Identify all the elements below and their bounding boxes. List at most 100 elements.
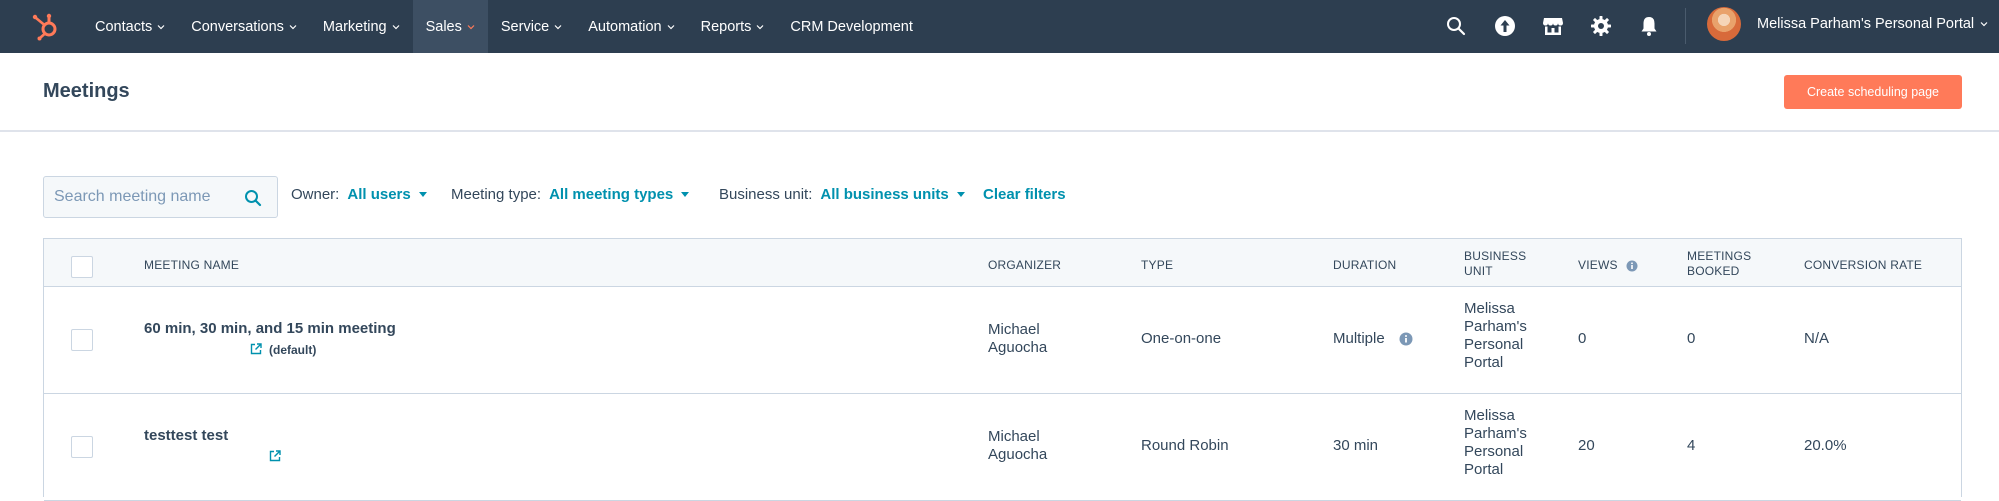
column-header-meetings-booked-line1: Meetings — [1687, 249, 1752, 263]
business-unit-line2: Parham's — [1464, 425, 1527, 442]
row-checkbox[interactable] — [71, 436, 93, 458]
chevron-down-icon — [289, 24, 297, 29]
search-icon[interactable] — [243, 188, 263, 208]
business-unit-line3: Personal — [1464, 443, 1524, 460]
owner-filter-value[interactable]: All users — [347, 186, 410, 203]
chevron-down-icon — [554, 24, 562, 29]
views-cell: 20 — [1578, 437, 1595, 454]
upgrade-icon[interactable] — [1493, 14, 1517, 38]
organizer-line2: Aguocha — [988, 446, 1048, 463]
notifications-icon[interactable] — [1637, 14, 1661, 38]
type-cell: Round Robin — [1141, 437, 1229, 454]
owner-filter[interactable]: Owner: All users — [291, 186, 427, 203]
nav-item-contacts[interactable]: Contacts — [82, 0, 178, 53]
select-all-checkbox[interactable] — [71, 256, 93, 278]
chevron-down-icon — [667, 24, 675, 29]
avatar[interactable] — [1707, 7, 1741, 41]
organizer-cell: Michael Aguocha — [988, 321, 1047, 357]
info-icon[interactable] — [1399, 332, 1413, 346]
business-unit-cell: Melissa Parham's Personal Portal — [1464, 300, 1527, 372]
column-header-business-unit-line1: Business — [1464, 249, 1527, 263]
meeting-type-filter-value[interactable]: All meeting types — [549, 186, 673, 203]
search-field[interactable] — [43, 176, 278, 218]
business-unit-line3: Personal — [1464, 336, 1524, 353]
chevron-down-icon — [157, 24, 165, 29]
row-checkbox[interactable] — [71, 329, 93, 351]
business-unit-filter-label: Business unit: — [719, 186, 813, 203]
hubspot-logo-icon[interactable] — [30, 10, 62, 42]
organizer-line1: Michael — [988, 321, 1040, 338]
chevron-down-icon — [392, 24, 400, 29]
settings-icon[interactable] — [1589, 14, 1613, 38]
meeting-type-filter[interactable]: Meeting type: All meeting types — [451, 186, 690, 203]
column-header-views-label: Views — [1578, 258, 1618, 272]
duration-cell: 30 min — [1333, 437, 1379, 454]
marketplace-icon[interactable] — [1541, 14, 1565, 38]
business-unit-line4: Portal — [1464, 461, 1504, 478]
column-header-type[interactable]: Type — [1141, 258, 1173, 273]
search-input[interactable] — [54, 186, 244, 208]
meetings-booked-cell: 4 — [1687, 437, 1696, 454]
column-header-views[interactable]: Views — [1578, 258, 1638, 273]
table-row[interactable]: 60 min, 30 min, and 15 min meeting (defa… — [44, 287, 1961, 394]
top-navigation-bar: Contacts Conversations Marketing Sales S… — [0, 0, 1999, 53]
external-link-icon[interactable] — [249, 342, 263, 356]
nav-item-marketing[interactable]: Marketing — [310, 0, 413, 53]
business-unit-line1: Melissa — [1464, 407, 1515, 424]
caret-down-icon — [956, 192, 965, 197]
column-header-meetings-booked-line2: booked — [1687, 264, 1740, 278]
meetings-booked-cell: 0 — [1687, 330, 1696, 347]
nav-item-crm-development[interactable]: CRM Development — [777, 0, 926, 53]
meetings-table: Meeting name Organizer Type Duration Bus… — [43, 238, 1962, 501]
nav-item-label: Reports — [700, 18, 752, 35]
conversion-rate-cell: 20.0% — [1804, 437, 1847, 454]
default-tag: (default) — [269, 343, 317, 357]
nav-item-sales[interactable]: Sales — [412, 0, 488, 53]
nav-item-label: Automation — [588, 18, 662, 35]
search-icon[interactable] — [1444, 14, 1468, 38]
business-unit-filter-value[interactable]: All business units — [820, 186, 948, 203]
nav-item-service[interactable]: Service — [488, 0, 575, 53]
page-title: Meetings — [43, 80, 130, 102]
caret-down-icon — [681, 192, 690, 197]
portal-switcher[interactable]: Melissa Parham's Personal Portal — [1757, 0, 1988, 48]
meeting-name-link[interactable]: 60 min, 30 min, and 15 min meeting — [144, 320, 396, 338]
column-header-meeting-name[interactable]: Meeting name — [144, 258, 239, 273]
nav-item-reports[interactable]: Reports — [688, 0, 778, 53]
clear-filters-link[interactable]: Clear filters — [983, 186, 1066, 203]
create-scheduling-page-button[interactable]: Create scheduling page — [1784, 75, 1962, 109]
organizer-line1: Michael — [988, 428, 1040, 445]
business-unit-line2: Parham's — [1464, 318, 1527, 335]
organizer-cell: Michael Aguocha — [988, 428, 1047, 464]
nav-item-label: CRM Development — [790, 18, 913, 35]
business-unit-line4: Portal — [1464, 354, 1504, 371]
organizer-line2: Aguocha — [988, 339, 1048, 356]
meeting-type-filter-label: Meeting type: — [451, 186, 542, 203]
column-header-conversion-rate[interactable]: Conversion rate — [1804, 258, 1922, 273]
table-row[interactable]: testtest test Michael Aguocha Round Robi… — [44, 394, 1961, 501]
caret-down-icon — [418, 192, 427, 197]
type-cell: One-on-one — [1141, 330, 1222, 347]
nav-item-label: Contacts — [95, 18, 153, 35]
column-header-business-unit-line2: unit — [1464, 264, 1493, 278]
info-icon[interactable] — [1626, 260, 1638, 272]
column-header-organizer[interactable]: Organizer — [988, 258, 1061, 273]
portal-name: Melissa Parham's Personal Portal — [1757, 16, 1975, 32]
meeting-name-link[interactable]: testtest test — [144, 427, 228, 445]
chevron-down-icon — [1980, 22, 1988, 27]
nav-item-conversations[interactable]: Conversations — [178, 0, 310, 53]
column-header-duration[interactable]: Duration — [1333, 258, 1396, 273]
business-unit-cell: Melissa Parham's Personal Portal — [1464, 407, 1527, 479]
business-unit-line1: Melissa — [1464, 300, 1515, 317]
page-header: Meetings Create scheduling page — [0, 53, 1999, 132]
nav-item-label: Conversations — [191, 18, 284, 35]
column-header-business-unit[interactable]: Business unit — [1464, 249, 1526, 279]
chevron-down-icon — [467, 24, 475, 29]
nav-item-label: Sales — [425, 18, 462, 35]
nav-item-automation[interactable]: Automation — [575, 0, 687, 53]
external-link-icon[interactable] — [268, 449, 282, 463]
business-unit-filter[interactable]: Business unit: All business units — [719, 186, 965, 203]
column-header-meetings-booked[interactable]: Meetings booked — [1687, 249, 1751, 279]
views-cell: 0 — [1578, 330, 1587, 347]
nav-item-label: Marketing — [322, 18, 387, 35]
